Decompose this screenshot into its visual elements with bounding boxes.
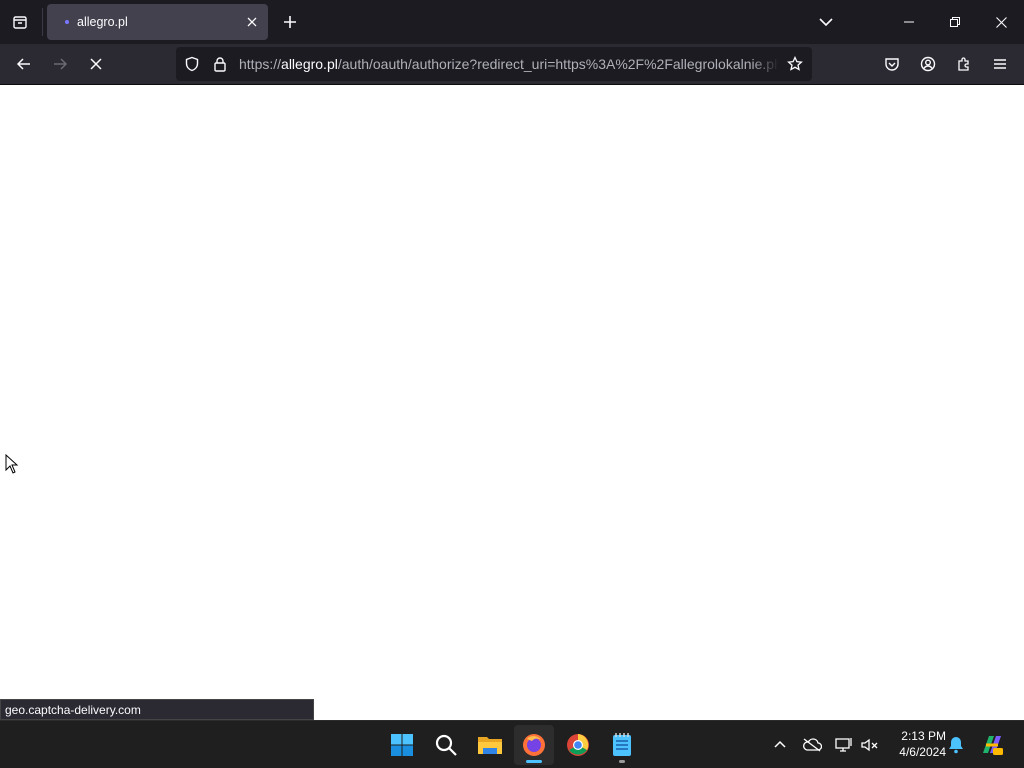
tab-separator bbox=[42, 8, 43, 36]
plus-icon bbox=[284, 16, 296, 28]
speaker-muted-icon bbox=[861, 738, 878, 752]
cloud-offline-icon bbox=[803, 738, 822, 752]
stop-loading-button[interactable] bbox=[80, 48, 112, 80]
search-icon bbox=[435, 734, 457, 756]
system-clock[interactable]: 2:13 PM 4/6/2024 bbox=[886, 728, 946, 760]
firefox-view-icon bbox=[13, 16, 27, 29]
tab-bar: allegro.pl bbox=[0, 0, 1024, 44]
firefox-taskbar-button[interactable] bbox=[514, 725, 554, 765]
list-all-tabs-button[interactable] bbox=[810, 6, 842, 38]
tab-close-button[interactable] bbox=[242, 12, 262, 32]
extensions-button[interactable] bbox=[948, 48, 980, 80]
taskbar: 2:13 PM 4/6/2024 bbox=[0, 720, 1024, 768]
close-icon bbox=[247, 17, 257, 27]
puzzle-icon bbox=[958, 57, 969, 71]
chrome-icon bbox=[567, 734, 589, 756]
url-host: allegro.pl bbox=[281, 56, 338, 72]
restore-button[interactable] bbox=[932, 0, 978, 44]
tab-allegro[interactable]: allegro.pl bbox=[47, 4, 268, 40]
status-bar: geo.captcha-delivery.com bbox=[0, 699, 314, 720]
account-button[interactable] bbox=[912, 48, 944, 80]
close-icon bbox=[90, 58, 102, 70]
new-tab-button[interactable] bbox=[274, 6, 306, 38]
forward-button[interactable] bbox=[44, 48, 76, 80]
notepad-taskbar-button[interactable] bbox=[602, 725, 642, 765]
copilot-icon bbox=[983, 736, 1003, 755]
network-tray-icon[interactable] bbox=[830, 729, 858, 761]
url-text[interactable]: https://allegro.pl/auth/oauth/authorize?… bbox=[239, 56, 779, 72]
lock-icon bbox=[214, 57, 226, 72]
chevron-up-icon bbox=[774, 740, 786, 748]
minimize-icon bbox=[904, 21, 914, 23]
notepad-icon bbox=[613, 733, 631, 756]
firefox-icon bbox=[523, 734, 545, 756]
minimize-button[interactable] bbox=[886, 0, 932, 44]
star-icon bbox=[787, 56, 803, 71]
close-icon bbox=[995, 16, 1007, 28]
url-path: /auth/oauth/authorize?redirect_uri=https… bbox=[337, 56, 779, 72]
clock-date: 4/6/2024 bbox=[899, 745, 946, 759]
back-button[interactable] bbox=[8, 48, 40, 80]
active-app-indicator bbox=[526, 760, 542, 763]
onedrive-tray-icon[interactable] bbox=[798, 729, 826, 761]
app-menu-button[interactable] bbox=[984, 48, 1016, 80]
chrome-taskbar-button[interactable] bbox=[558, 725, 598, 765]
folder-icon bbox=[478, 737, 502, 754]
notifications-button[interactable] bbox=[942, 729, 970, 761]
start-button[interactable] bbox=[382, 725, 422, 765]
bell-icon bbox=[949, 737, 963, 754]
copilot-button[interactable] bbox=[978, 729, 1006, 761]
arrow-right-icon bbox=[54, 58, 68, 70]
page-content bbox=[0, 85, 1024, 720]
tracking-protection-icon[interactable] bbox=[181, 53, 203, 75]
windows-logo-icon bbox=[391, 734, 413, 756]
clock-time: 2:13 PM bbox=[901, 729, 946, 743]
close-window-button[interactable] bbox=[978, 0, 1024, 44]
site-security-icon[interactable] bbox=[209, 53, 231, 75]
account-icon bbox=[920, 56, 936, 72]
restore-icon bbox=[950, 17, 960, 27]
volume-tray-icon[interactable] bbox=[856, 729, 884, 761]
shield-icon bbox=[185, 56, 199, 72]
taskbar-search-button[interactable] bbox=[426, 725, 466, 765]
firefox-view-button[interactable] bbox=[4, 6, 36, 38]
url-scheme: https:// bbox=[239, 56, 282, 72]
show-hidden-icons-button[interactable] bbox=[766, 729, 794, 761]
chevron-down-icon bbox=[819, 18, 833, 27]
tab-title: allegro.pl bbox=[77, 15, 128, 29]
loading-indicator-icon bbox=[65, 20, 69, 24]
monitor-network-icon bbox=[835, 738, 852, 752]
pocket-icon bbox=[885, 58, 899, 71]
hamburger-menu-icon bbox=[994, 59, 1006, 69]
url-bar[interactable]: https://allegro.pl/auth/oauth/authorize?… bbox=[176, 47, 812, 81]
navigation-toolbar: https://allegro.pl/auth/oauth/authorize?… bbox=[0, 44, 1024, 85]
pocket-button[interactable] bbox=[876, 48, 908, 80]
file-explorer-button[interactable] bbox=[470, 725, 510, 765]
bookmark-button[interactable] bbox=[782, 51, 808, 77]
running-app-indicator bbox=[619, 760, 625, 763]
mouse-cursor-icon bbox=[5, 453, 19, 479]
arrow-left-icon bbox=[16, 58, 30, 70]
